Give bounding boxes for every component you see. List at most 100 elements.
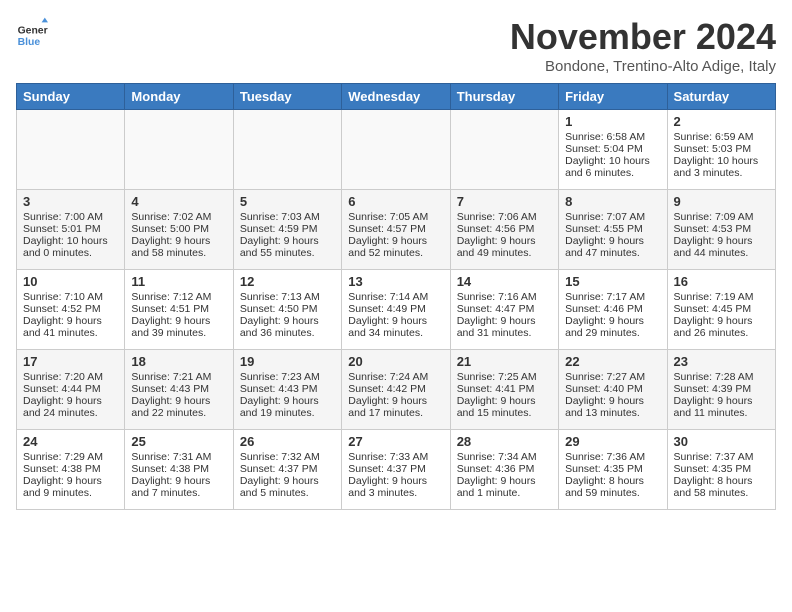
day-number: 26	[240, 434, 335, 449]
day-info: Sunset: 4:43 PM	[240, 383, 335, 395]
day-number: 2	[674, 114, 769, 129]
calendar-cell: 11Sunrise: 7:12 AMSunset: 4:51 PMDayligh…	[125, 270, 233, 350]
day-info: Daylight: 9 hours and 9 minutes.	[23, 475, 118, 499]
day-info: Sunset: 4:55 PM	[565, 223, 660, 235]
day-number: 16	[674, 274, 769, 289]
day-info: Daylight: 10 hours and 0 minutes.	[23, 235, 118, 259]
day-info: Sunset: 4:38 PM	[131, 463, 226, 475]
calendar-cell: 26 Sunrise: 7:32 AMSunset: 4:37 PMDayligh…	[233, 430, 341, 510]
day-info: Sunset: 4:42 PM	[348, 383, 443, 395]
day-info: Daylight: 9 hours and 11 minutes.	[674, 395, 769, 419]
day-info: Daylight: 9 hours and 39 minutes.	[131, 315, 226, 339]
calendar-cell	[17, 110, 125, 190]
day-info: Sunset: 4:35 PM	[565, 463, 660, 475]
page-header: General Blue November 2024 Bondone, Tren…	[16, 16, 776, 75]
calendar-cell: 24Sunrise: 7:29 AMSunset: 4:38 PMDayligh…	[17, 430, 125, 510]
day-number: 17	[23, 354, 118, 369]
day-info: Daylight: 9 hours and 52 minutes.	[348, 235, 443, 259]
day-info: Sunrise: 7:06 AM	[457, 211, 552, 223]
day-info: Sunset: 4:53 PM	[674, 223, 769, 235]
calendar-cell: 16Sunrise: 7:19 AMSunset: 4:45 PMDayligh…	[667, 270, 775, 350]
day-info: Sunrise: 7:37 AM	[674, 451, 769, 463]
day-info: Sunset: 5:03 PM	[674, 143, 769, 155]
day-info: Daylight: 9 hours and 7 minutes.	[131, 475, 226, 499]
weekday-header: Monday	[125, 84, 233, 110]
calendar-cell: 5Sunrise: 7:03 AMSunset: 4:59 PMDaylight…	[233, 190, 341, 270]
calendar-header-row: SundayMondayTuesdayWednesdayThursdayFrid…	[17, 84, 776, 110]
calendar-cell	[342, 110, 450, 190]
day-number: 18	[131, 354, 226, 369]
day-number: 23	[674, 354, 769, 369]
day-info: Daylight: 9 hours and 5 minutes.	[240, 475, 335, 499]
day-info: Sunrise: 7:00 AM	[23, 211, 118, 223]
day-info: Sunrise: 7:09 AM	[674, 211, 769, 223]
calendar-cell: 22Sunrise: 7:27 AMSunset: 4:40 PMDayligh…	[559, 350, 667, 430]
day-number: 13	[348, 274, 443, 289]
day-info: Sunset: 4:38 PM	[23, 463, 118, 475]
day-info: Sunrise: 7:14 AM	[348, 291, 443, 303]
day-info: Daylight: 9 hours and 3 minutes.	[348, 475, 443, 499]
day-info: Sunrise: 7:23 AM	[240, 371, 335, 383]
day-number: 1	[565, 114, 660, 129]
day-number: 3	[23, 194, 118, 209]
day-number: 5	[240, 194, 335, 209]
day-number: 4	[131, 194, 226, 209]
location: Bondone, Trentino-Alto Adige, Italy	[510, 58, 776, 75]
weekday-header: Saturday	[667, 84, 775, 110]
day-info: Sunrise: 6:59 AM	[674, 131, 769, 143]
day-info: Daylight: 9 hours and 17 minutes.	[348, 395, 443, 419]
day-number: 12	[240, 274, 335, 289]
day-info: Daylight: 9 hours and 49 minutes.	[457, 235, 552, 259]
day-number: 25	[131, 434, 226, 449]
day-info: Sunset: 4:51 PM	[131, 303, 226, 315]
day-info: Sunrise: 7:20 AM	[23, 371, 118, 383]
day-info: Sunrise: 7:36 AM	[565, 451, 660, 463]
day-info: Sunset: 4:39 PM	[674, 383, 769, 395]
day-info: Daylight: 8 hours and 59 minutes.	[565, 475, 660, 499]
calendar-cell: 20Sunrise: 7:24 AMSunset: 4:42 PMDayligh…	[342, 350, 450, 430]
calendar-cell: 13Sunrise: 7:14 AMSunset: 4:49 PMDayligh…	[342, 270, 450, 350]
day-number: 7	[457, 194, 552, 209]
day-info: Sunrise: 7:31 AM	[131, 451, 226, 463]
weekday-header: Wednesday	[342, 84, 450, 110]
day-info: Sunset: 4:52 PM	[23, 303, 118, 315]
day-info: Sunrise: 7:13 AM	[240, 291, 335, 303]
day-info: Sunset: 5:04 PM	[565, 143, 660, 155]
calendar-cell	[450, 110, 558, 190]
month-title: November 2024	[510, 16, 776, 58]
calendar-cell: 15Sunrise: 7:17 AMSunset: 4:46 PMDayligh…	[559, 270, 667, 350]
svg-text:Blue: Blue	[18, 37, 41, 48]
day-number: 9	[674, 194, 769, 209]
day-info: Daylight: 9 hours and 55 minutes.	[240, 235, 335, 259]
day-number: 8	[565, 194, 660, 209]
day-info: Daylight: 9 hours and 58 minutes.	[131, 235, 226, 259]
weekday-header: Friday	[559, 84, 667, 110]
day-info: Sunrise: 7:05 AM	[348, 211, 443, 223]
day-number: 21	[457, 354, 552, 369]
day-number: 19	[240, 354, 335, 369]
day-number: 14	[457, 274, 552, 289]
day-info: Daylight: 10 hours and 6 minutes.	[565, 155, 660, 179]
day-info: Daylight: 9 hours and 44 minutes.	[674, 235, 769, 259]
calendar-cell: 9 Sunrise: 7:09 AMSunset: 4:53 PMDaylight…	[667, 190, 775, 270]
day-info: Sunrise: 7:34 AM	[457, 451, 552, 463]
day-info: Sunset: 4:37 PM	[240, 463, 335, 475]
day-info: Daylight: 9 hours and 19 minutes.	[240, 395, 335, 419]
day-info: Sunset: 4:44 PM	[23, 383, 118, 395]
day-info: Daylight: 9 hours and 24 minutes.	[23, 395, 118, 419]
calendar-cell: 10Sunrise: 7:10 AMSunset: 4:52 PMDayligh…	[17, 270, 125, 350]
day-info: Sunset: 4:45 PM	[674, 303, 769, 315]
day-info: Sunrise: 7:12 AM	[131, 291, 226, 303]
calendar-cell: 28Sunrise: 7:34 AMSunset: 4:36 PMDayligh…	[450, 430, 558, 510]
day-info: Daylight: 9 hours and 31 minutes.	[457, 315, 552, 339]
calendar-week-row: 1Sunrise: 6:58 AMSunset: 5:04 PMDaylight…	[17, 110, 776, 190]
day-number: 28	[457, 434, 552, 449]
calendar-cell: 27Sunrise: 7:33 AMSunset: 4:37 PMDayligh…	[342, 430, 450, 510]
day-info: Sunrise: 7:27 AM	[565, 371, 660, 383]
weekday-header: Thursday	[450, 84, 558, 110]
day-number: 29	[565, 434, 660, 449]
day-info: Sunrise: 7:19 AM	[674, 291, 769, 303]
day-info: Sunrise: 7:32 AM	[240, 451, 335, 463]
calendar-cell: 14Sunrise: 7:16 AMSunset: 4:47 PMDayligh…	[450, 270, 558, 350]
day-number: 22	[565, 354, 660, 369]
